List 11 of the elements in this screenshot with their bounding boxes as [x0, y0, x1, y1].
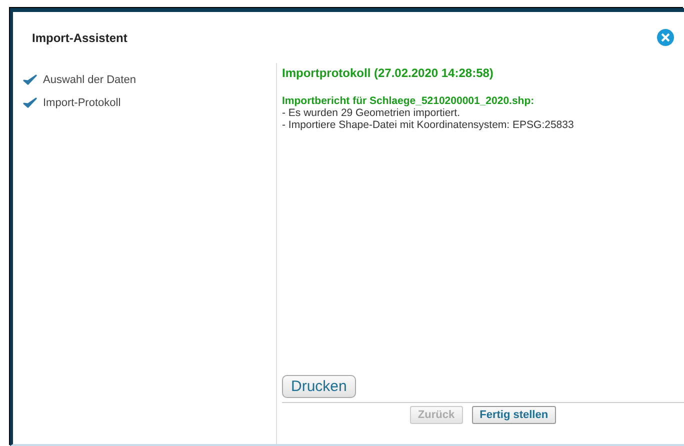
- close-button[interactable]: [657, 29, 674, 46]
- report-heading: Importprotokoll (27.02.2020 14:28:58): [282, 66, 494, 80]
- window-title: Import-Assistent: [32, 30, 128, 44]
- wizard-button[interactable]: Fertig stellen: [472, 406, 556, 424]
- close-icon: [661, 33, 670, 42]
- print-button[interactable]: Drucken: [282, 375, 356, 398]
- report-line: - Es wurden 29 Geometrien importiert.: [282, 107, 461, 119]
- report-line: - Importiere Shape-Datei mit Koordinatensystem: EPSG:25833: [282, 119, 575, 131]
- step-label: Import-Protokoll: [43, 97, 121, 109]
- report-subheading: Importbericht für Schlaege_5210200001_2020.shp:: [282, 95, 536, 107]
- step-label: Auswahl der Daten: [43, 74, 136, 86]
